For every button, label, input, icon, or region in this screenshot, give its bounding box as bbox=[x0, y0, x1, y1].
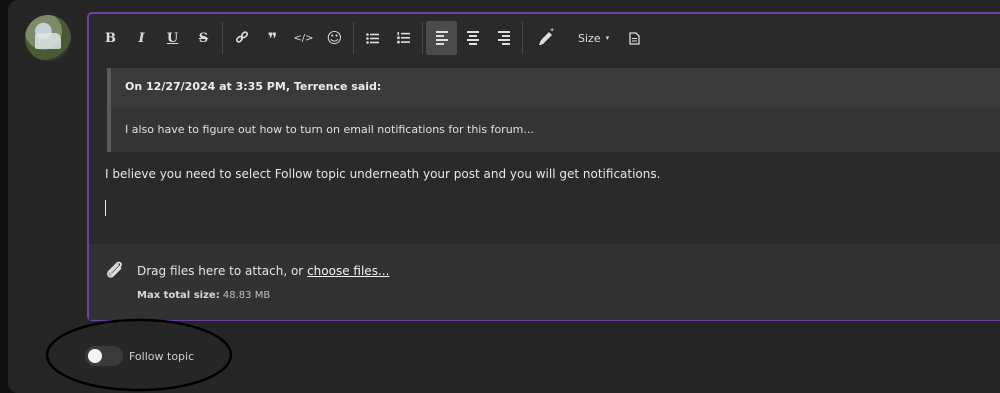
toolbar-divider bbox=[522, 22, 523, 54]
attachment-dropzone[interactable]: Drag files here to attach, or choose fil… bbox=[89, 244, 1000, 320]
bulleted-list-icon bbox=[366, 32, 379, 44]
underline-button[interactable]: U bbox=[157, 21, 188, 55]
quote-icon: ❞ bbox=[267, 28, 278, 48]
text-cursor bbox=[105, 200, 106, 216]
max-size-info: Max total size: 48.83 MB bbox=[137, 290, 270, 301]
quote-button[interactable]: ❞ bbox=[257, 21, 288, 55]
link-icon bbox=[235, 31, 248, 43]
reply-editor[interactable]: B I U S ❞ </> ☺ Size ▾ On 12/27/2024 at … bbox=[87, 12, 1000, 321]
numbered-list-icon bbox=[397, 32, 410, 44]
align-center-icon bbox=[466, 31, 479, 45]
code-icon: </> bbox=[293, 32, 314, 44]
choose-files-link[interactable]: choose files... bbox=[307, 264, 389, 278]
paperclip-icon bbox=[107, 261, 122, 278]
brush-icon bbox=[539, 28, 555, 45]
highlight-circle-annotation bbox=[45, 318, 233, 392]
emoji-button[interactable]: ☺ bbox=[319, 21, 350, 55]
align-right-icon bbox=[497, 31, 510, 45]
toolbar-divider bbox=[422, 22, 423, 54]
link-button[interactable] bbox=[226, 21, 257, 55]
bold-button[interactable]: B bbox=[95, 21, 126, 55]
emoji-icon: ☺ bbox=[326, 29, 343, 47]
font-size-label: Size bbox=[578, 31, 601, 45]
bulleted-list-button[interactable] bbox=[357, 21, 388, 55]
align-center-button[interactable] bbox=[457, 21, 488, 55]
numbered-list-button[interactable] bbox=[388, 21, 419, 55]
strikethrough-button[interactable]: S bbox=[188, 21, 219, 55]
chevron-down-icon: ▾ bbox=[605, 34, 610, 42]
toolbar-divider bbox=[353, 22, 354, 54]
code-button[interactable]: </> bbox=[288, 21, 319, 55]
attach-instructions: Drag files here to attach, or choose fil… bbox=[137, 264, 389, 278]
align-left-icon bbox=[435, 31, 448, 45]
font-size-dropdown[interactable]: Size ▾ bbox=[566, 21, 619, 55]
text-color-button[interactable] bbox=[526, 21, 566, 55]
italic-button[interactable]: I bbox=[126, 21, 157, 55]
align-right-button[interactable] bbox=[488, 21, 519, 55]
document-icon bbox=[629, 31, 640, 45]
max-size-value: 48.83 MB bbox=[222, 290, 271, 301]
quote-header: On 12/27/2024 at 3:35 PM, Terrence said: bbox=[111, 68, 1000, 108]
align-left-button[interactable] bbox=[426, 21, 457, 55]
quoted-post: On 12/27/2024 at 3:35 PM, Terrence said:… bbox=[107, 68, 1000, 152]
editor-toolbar: B I U S ❞ </> ☺ Size ▾ bbox=[89, 14, 1000, 62]
toolbar-divider bbox=[222, 22, 223, 54]
attach-prompt: Drag files here to attach, or bbox=[137, 264, 304, 278]
user-avatar[interactable] bbox=[25, 15, 71, 61]
quote-body: I also have to figure out how to turn on… bbox=[125, 123, 534, 136]
reply-text[interactable]: I believe you need to select Follow topi… bbox=[105, 167, 660, 181]
source-button[interactable] bbox=[619, 21, 650, 55]
max-size-label: Max total size: bbox=[137, 290, 220, 301]
